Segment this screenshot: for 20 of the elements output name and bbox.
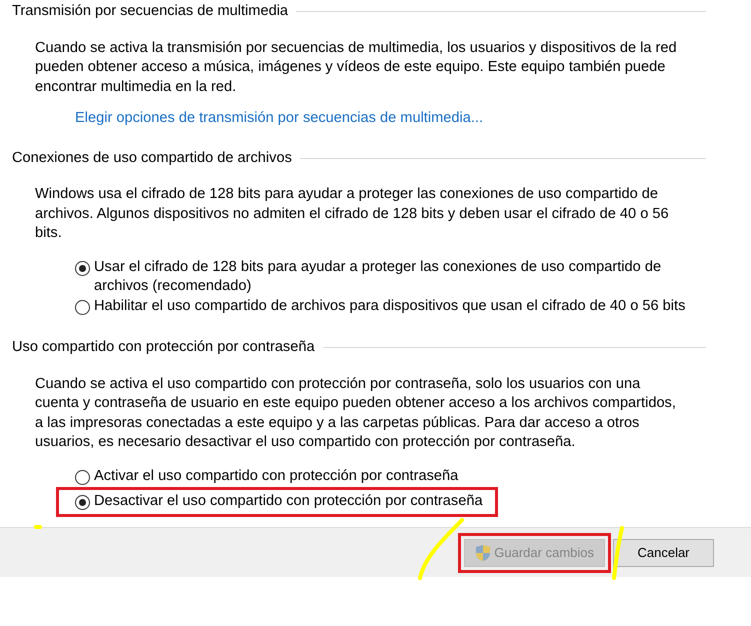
radio-label: Activar el uso compartido con protección por contraseña [94, 466, 458, 486]
section-description: Cuando se activa el uso compartido con protección por contraseña, solo los usuarios con una cuenta y contraseña de usuario en este equipo pueden obtener acceso a los archivos compartidos, a las impresoras conectadas a este equipo y a las carpetas públicas. Para dar acceso a otros usuarios, es necesario desactivar el uso compartido con protección por contraseña. [35, 374, 677, 452]
radio-button[interactable] [75, 300, 90, 314]
section-heading: Conexiones de uso compartido de archivos [12, 148, 292, 168]
marker-stroke [612, 526, 624, 580]
section-description: Cuando se activa la transmisión por secuencias de multimedia, los usuarios y dispositivos de la red pueden obtener acceso a música, imágenes y vídeos de este equipo. Este equipo también puede encontrar multimedia en la red. [35, 38, 678, 96]
marker-stroke [418, 518, 464, 580]
shield-icon [475, 544, 492, 562]
radio-label: Usar el cifrado de 128 bits para ayudar a proteger las conexiones de uso compartido de archivos (recomendado) [94, 258, 662, 296]
options-link[interactable]: Elegir opciones de transmisión por secuencias de multimedia... [75, 109, 484, 128]
radio-button[interactable] [75, 470, 90, 484]
marker-stroke [34, 525, 42, 529]
radio-button[interactable] [75, 260, 90, 276]
section-description: Windows usa el cifrado de 128 bits para ayudar a proteger las conexiones de uso compartido de archivos. Algunos dispositivos no admiten el cifrado de 128 bits y deben usar el cifrado de 40 o 56 bits. [35, 185, 670, 243]
cancel-button[interactable]: Cancelar [613, 538, 714, 566]
radio-label: Habilitar el uso compartido de archivos para dispositivos que usan el cifrado de 40 o 56 bits [94, 296, 686, 316]
section-heading: Transmisión por secuencias de multimedia [12, 2, 288, 21]
radio-button[interactable] [75, 495, 90, 510]
radio-label: Desactivar el uso compartido con protección por contraseña [94, 492, 483, 511]
section-heading: Uso compartido con protección por contraseña [12, 338, 315, 357]
